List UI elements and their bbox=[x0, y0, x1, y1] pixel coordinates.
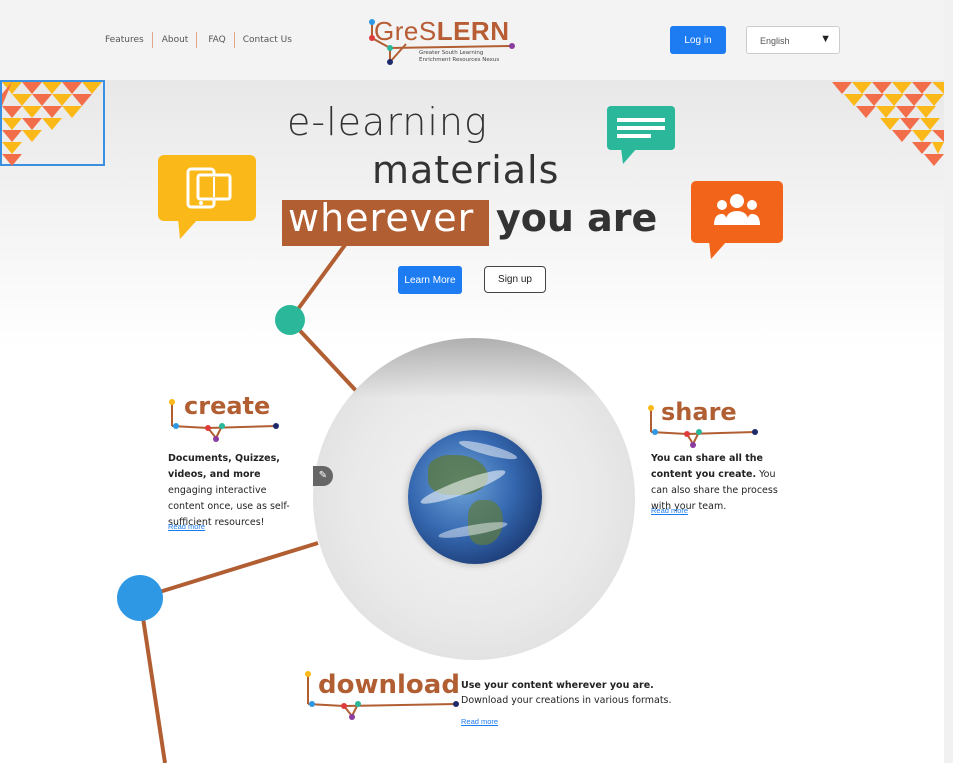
create-read-more-link[interactable]: Read more bbox=[168, 522, 205, 531]
learn-more-button[interactable]: Learn More bbox=[398, 266, 462, 294]
signup-button[interactable]: Sign up bbox=[484, 266, 546, 293]
edit-icon[interactable]: ✎ bbox=[313, 466, 333, 486]
node-teal bbox=[275, 305, 305, 335]
create-title: create bbox=[184, 392, 271, 420]
globe-video[interactable] bbox=[313, 338, 635, 660]
tablet-book-icon bbox=[158, 155, 256, 246]
triangle-pattern-right bbox=[832, 82, 944, 177]
hero-line-2: materials bbox=[372, 148, 560, 192]
page-scrollbar[interactable] bbox=[944, 0, 953, 763]
earth-image bbox=[408, 430, 542, 564]
hero-line-1: e-learning bbox=[287, 100, 488, 144]
download-text: Use your content wherever you are. Downlo… bbox=[461, 680, 672, 706]
hero-line-3a: wherever bbox=[288, 196, 475, 240]
page: Features About FAQ Contact Us GreSLERN G… bbox=[0, 0, 944, 763]
create-text: Documents, Quizzes, videos, and more eng… bbox=[168, 453, 290, 528]
download-title: download bbox=[318, 670, 460, 700]
share-read-more-link[interactable]: Read more bbox=[651, 506, 688, 515]
download-read-more-link[interactable]: Read more bbox=[461, 717, 498, 726]
share-title: share bbox=[661, 398, 737, 426]
team-icon bbox=[691, 181, 783, 266]
triangle-pattern-left bbox=[0, 80, 105, 166]
node-blue bbox=[117, 575, 163, 621]
hero-line-3b: you are bbox=[496, 196, 658, 240]
chat-lines-icon bbox=[607, 106, 675, 169]
